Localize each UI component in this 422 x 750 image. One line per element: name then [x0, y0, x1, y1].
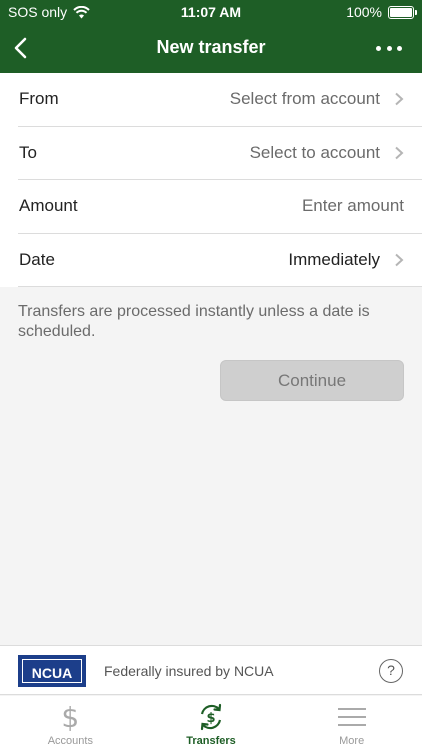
- amount-input[interactable]: Enter amount: [302, 196, 404, 216]
- menu-icon: [335, 701, 369, 733]
- dollar-icon: $: [61, 700, 80, 734]
- to-account-value: Select to account: [249, 142, 380, 162]
- insured-text: Federally insured by NCUA: [104, 663, 274, 679]
- from-label: From: [19, 89, 59, 108]
- amount-row[interactable]: Amount Enter amount: [18, 180, 422, 234]
- from-row[interactable]: From Select from account: [18, 73, 422, 127]
- tab-label: Transfers: [186, 735, 236, 747]
- svg-text:$: $: [206, 711, 215, 726]
- transfer-form: From Select from account To Select to ac…: [0, 73, 422, 287]
- continue-button[interactable]: Continue: [220, 360, 404, 401]
- battery-icon: [388, 5, 417, 19]
- insurance-footer: NCUA Federally insured by NCUA ?: [0, 645, 422, 695]
- ncua-logo: NCUA: [18, 655, 86, 687]
- date-row[interactable]: Date Immediately: [18, 234, 422, 287]
- amount-label: Amount: [19, 196, 78, 215]
- to-row[interactable]: To Select to account: [18, 127, 422, 180]
- from-account-value: Select from account: [229, 89, 380, 108]
- battery-percent: 100%: [346, 4, 382, 20]
- tab-label: Accounts: [47, 735, 93, 747]
- chevron-right-icon: [395, 92, 404, 106]
- tab-bar: $ Accounts $ Transfers More: [0, 696, 422, 750]
- more-options-icon[interactable]: [376, 38, 402, 58]
- chevron-right-icon: [395, 253, 404, 266]
- to-label: To: [19, 142, 37, 162]
- transfer-icon: $: [194, 701, 228, 733]
- transfer-note: Transfers are processed instantly unless…: [18, 303, 370, 340]
- app-header: SOS only 11:07 AM 100% New transfer: [0, 0, 422, 73]
- tab-accounts[interactable]: $ Accounts: [0, 696, 141, 750]
- page-title: New transfer: [156, 37, 266, 57]
- status-bar: SOS only 11:07 AM 100%: [0, 0, 422, 24]
- tab-more[interactable]: More: [281, 696, 422, 750]
- date-value: Immediately: [288, 249, 380, 269]
- tab-label: More: [339, 735, 365, 747]
- tab-transfers[interactable]: $ Transfers: [141, 696, 282, 750]
- chevron-right-icon: [395, 146, 404, 159]
- date-label: Date: [19, 249, 55, 269]
- nav-bar: New transfer: [0, 24, 422, 73]
- help-icon[interactable]: ?: [379, 659, 403, 683]
